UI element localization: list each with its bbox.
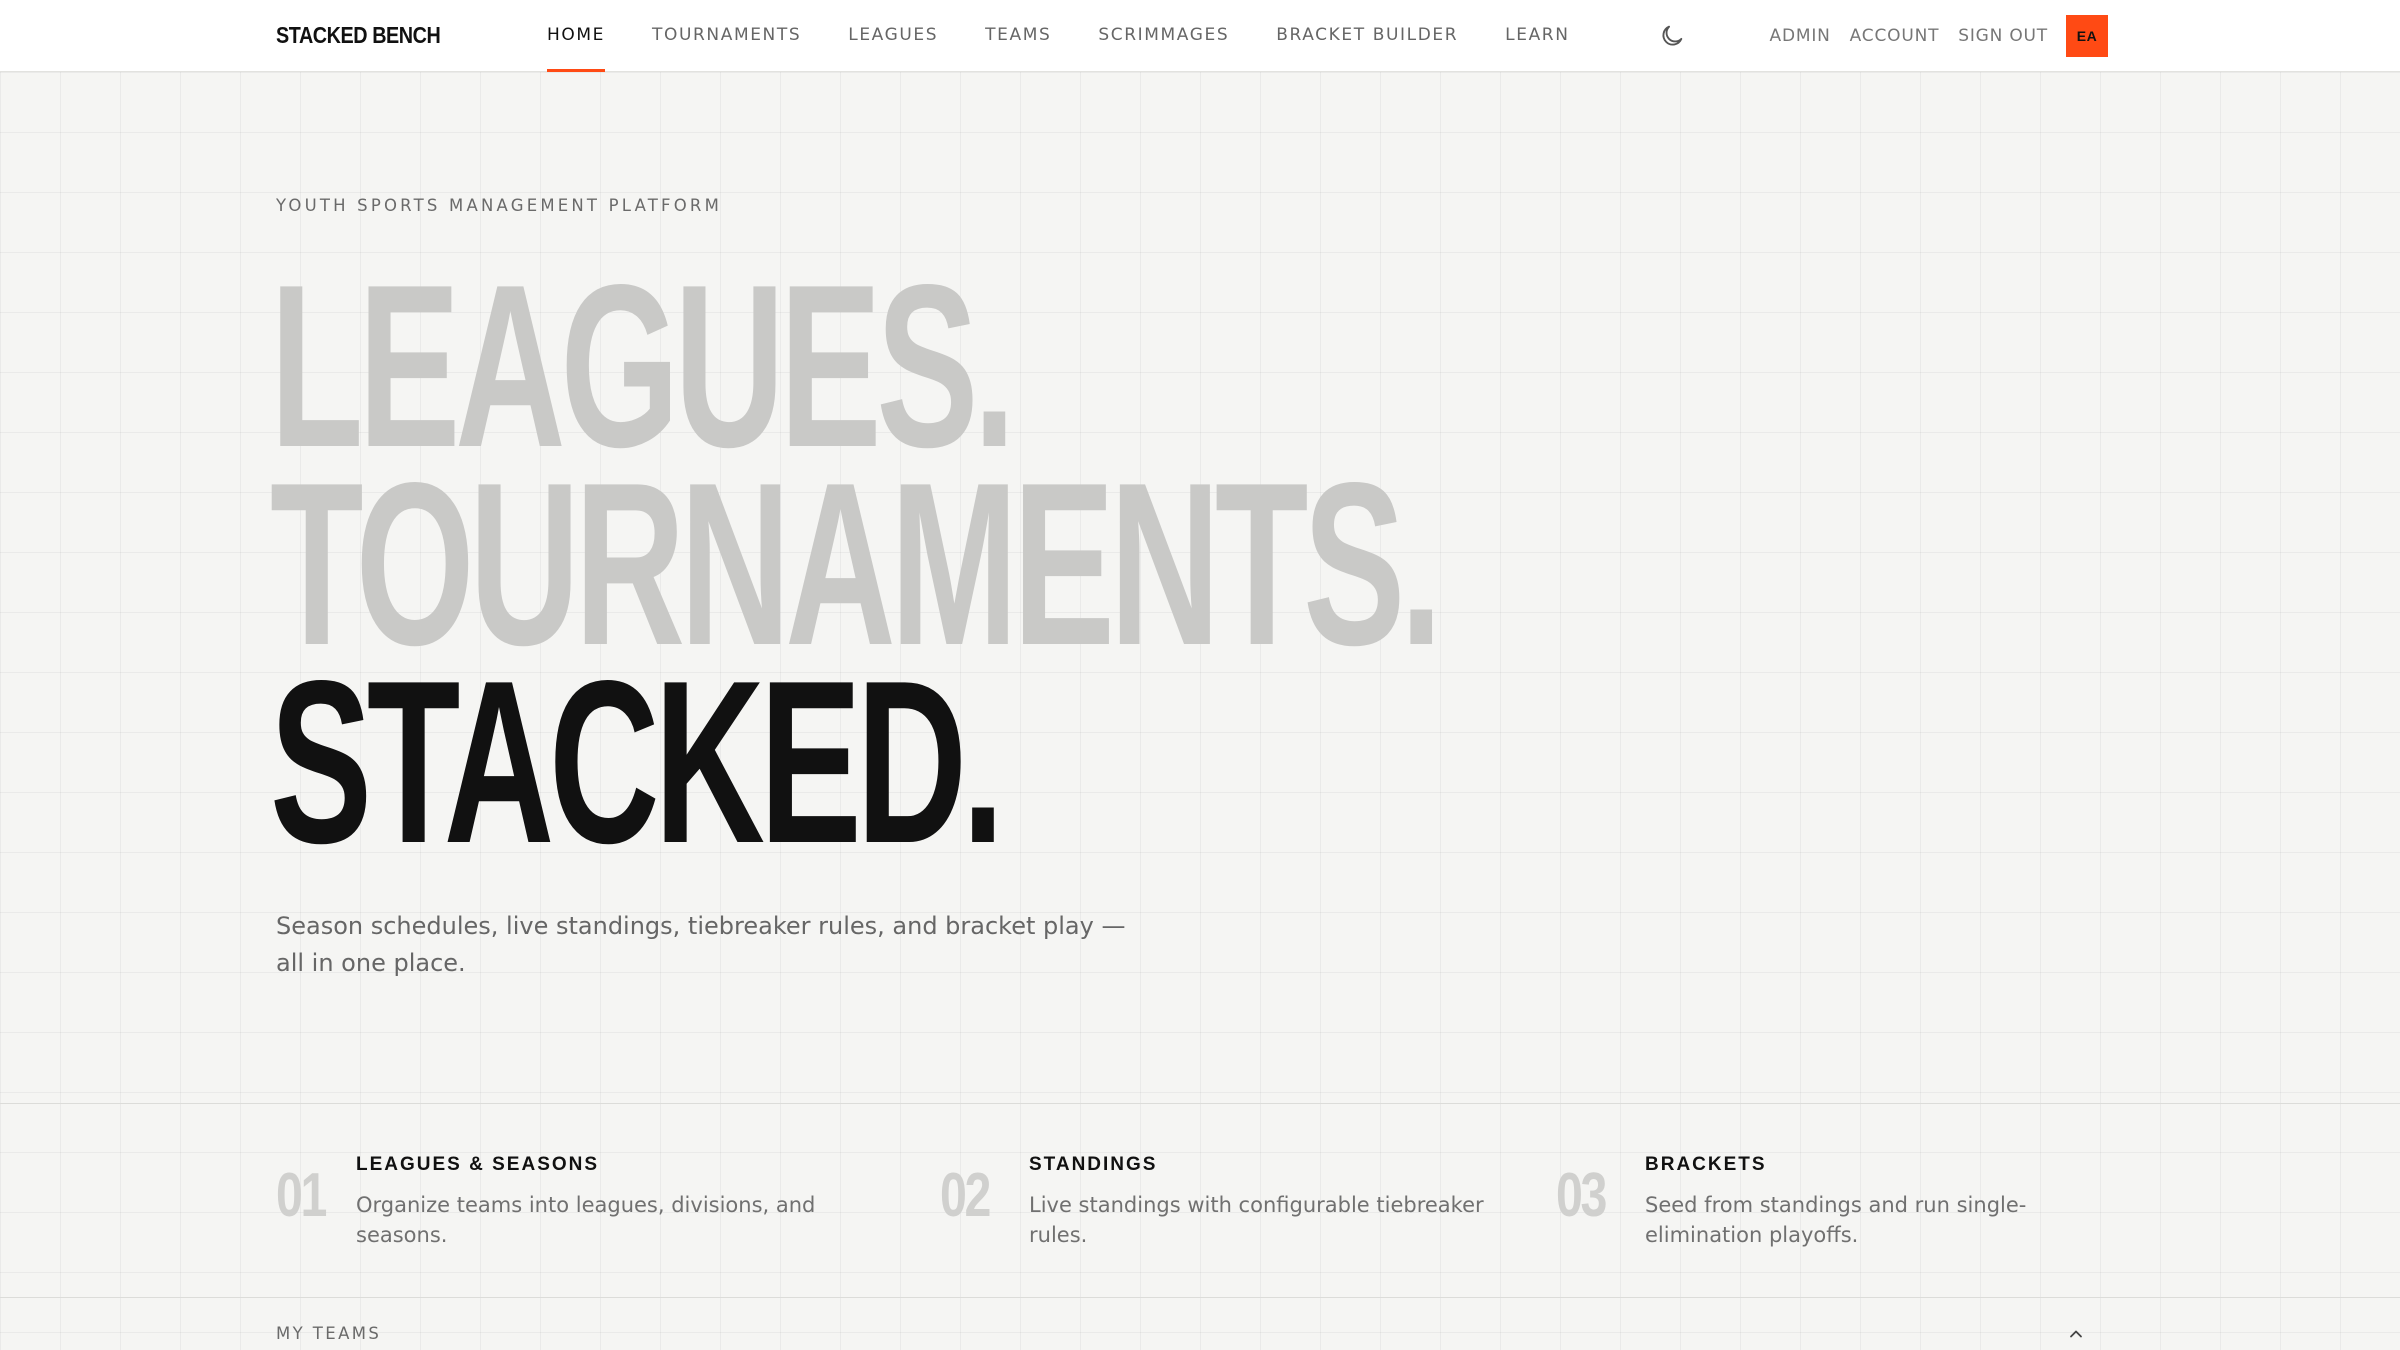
feature-number: 03 <box>1556 1161 1607 1230</box>
moon-icon[interactable] <box>1658 22 1686 50</box>
section-divider <box>0 1103 2400 1104</box>
brand-logo[interactable]: STACKED BENCH <box>276 22 441 49</box>
page: STACKED BENCH HOME TOURNAMENTS LEAGUES T… <box>0 0 2400 1350</box>
headline-line-3: STACKED. <box>270 633 1004 892</box>
feature-number: 02 <box>940 1161 991 1230</box>
feature-title: BRACKETS <box>1645 1154 1767 1175</box>
my-teams-heading[interactable]: MY TEAMS <box>276 1324 381 1343</box>
nav-scrimmages[interactable]: SCRIMMAGES <box>1098 0 1229 72</box>
section-divider <box>0 1297 2400 1298</box>
sign-out-link[interactable]: SIGN OUT <box>1958 26 2048 46</box>
chevron-up-icon[interactable] <box>2066 1324 2086 1344</box>
account-link[interactable]: ACCOUNT <box>1850 26 1940 46</box>
top-nav: STACKED BENCH HOME TOURNAMENTS LEAGUES T… <box>0 0 2400 72</box>
main-nav: HOME TOURNAMENTS LEAGUES TEAMS SCRIMMAGE… <box>547 0 1617 72</box>
feature-description: Organize teams into leagues, divisions, … <box>356 1193 816 1247</box>
hero-description: Season schedules, live standings, tiebre… <box>276 912 1126 977</box>
feature-description: Live standings with configurable tiebrea… <box>1029 1193 1484 1247</box>
nav-leagues[interactable]: LEAGUES <box>848 0 938 72</box>
admin-link[interactable]: ADMIN <box>1770 26 1831 46</box>
avatar[interactable]: EA <box>2066 15 2108 57</box>
hero-headline: LEAGUES. TOURNAMENTS. STACKED. <box>270 251 2039 892</box>
feature-title: STANDINGS <box>1029 1154 1158 1175</box>
nav-home[interactable]: HOME <box>547 0 605 72</box>
feature-title: LEAGUES & SEASONS <box>356 1154 600 1175</box>
nav-tournaments[interactable]: TOURNAMENTS <box>652 0 801 72</box>
nav-bracket-builder[interactable]: BRACKET BUILDER <box>1276 0 1458 72</box>
hero-eyebrow: YOUTH SPORTS MANAGEMENT PLATFORM <box>276 196 723 215</box>
feature-description: Seed from standings and run single-elimi… <box>1645 1193 2027 1247</box>
nav-learn[interactable]: LEARN <box>1505 0 1569 72</box>
feature-number: 01 <box>276 1161 327 1230</box>
nav-teams[interactable]: TEAMS <box>985 0 1051 72</box>
account-nav: ADMIN ACCOUNT SIGN OUT EA <box>1751 0 2108 72</box>
